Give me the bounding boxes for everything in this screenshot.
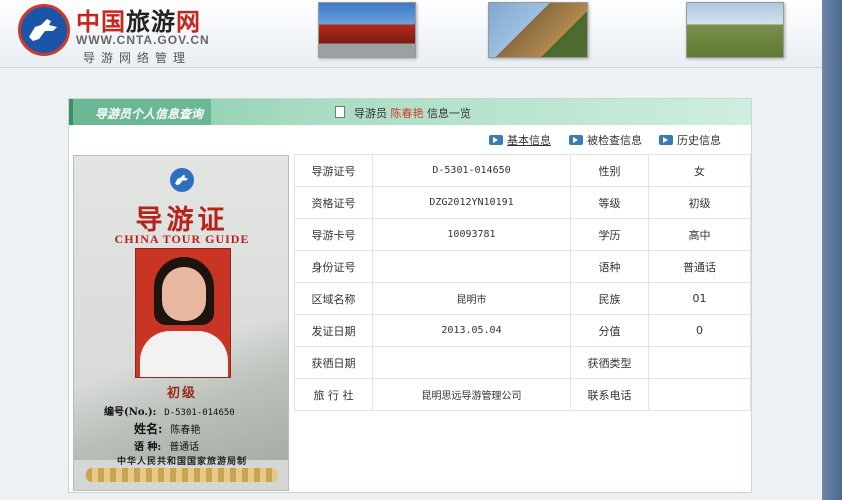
arrow-icon xyxy=(659,135,673,145)
card-decorative-border xyxy=(86,468,278,482)
tab-basic-info[interactable]: 基本信息 xyxy=(489,132,551,148)
card-language-row: 语 种: 普通话 xyxy=(134,442,200,453)
breadcrumb: 导游员 陈春艳 信息一览 xyxy=(354,107,471,120)
field-label: 民族 xyxy=(570,282,649,315)
document-icon xyxy=(335,106,345,118)
site-subtitle: 导游网络管理 xyxy=(83,51,192,65)
guide-info-panel: 导游员个人信息查询 导游员 陈春艳 信息一览 基本信息 被检查信息 历史信息 导… xyxy=(68,98,752,493)
table-row: 资格证号 DZG2012YN10191 等级 初级 xyxy=(294,186,751,219)
site-title[interactable]: 中国旅游网 xyxy=(76,2,201,37)
table-row: 身份证号 语种 普通话 xyxy=(294,250,751,283)
field-value: 普通话 xyxy=(648,250,751,283)
field-value: 0 xyxy=(648,314,751,347)
field-label: 资格证号 xyxy=(294,186,373,219)
arrow-icon xyxy=(569,135,583,145)
card-level: 初级 xyxy=(166,386,197,401)
field-label: 获徆类型 xyxy=(570,346,649,379)
field-label: 联系电话 xyxy=(570,378,649,411)
tab-history-info[interactable]: 历史信息 xyxy=(659,132,721,148)
table-row: 导游卡号 10093781 学历 高中 xyxy=(294,218,751,251)
field-value: 初级 xyxy=(648,186,751,219)
cnta-logo-icon[interactable] xyxy=(18,4,70,56)
tab-inspection-info[interactable]: 被检查信息 xyxy=(569,132,642,148)
forbidden-city-photo xyxy=(318,2,416,58)
arrow-icon xyxy=(489,135,503,145)
great-wall-photo xyxy=(488,2,588,58)
field-value: D-5301-014650 xyxy=(372,154,571,187)
table-row: 发证日期 2013.05.04 分值 0 xyxy=(294,314,751,347)
card-title-en: CHINA TOUR GUIDE xyxy=(114,232,250,246)
guide-info-table: 导游证号 D-5301-014650 性别女资格证号 DZG2012YN10191 等级… xyxy=(294,154,751,411)
table-row: 旅 行 社昆明思远导游管理公司 联系电话 xyxy=(294,378,751,411)
table-row: 导游证号 D-5301-014650 性别女 xyxy=(294,154,751,187)
field-value: 01 xyxy=(648,282,751,315)
field-value: 10093781 xyxy=(372,218,571,251)
panel-header: 导游员个人信息查询 导游员 陈春艳 信息一览 xyxy=(69,99,751,125)
field-value: 昆明思远导游管理公司 xyxy=(372,378,571,411)
field-label: 性别 xyxy=(570,154,649,187)
field-label: 导游证号 xyxy=(294,154,373,187)
field-label: 区域名称 xyxy=(294,282,373,315)
grassland-photo xyxy=(686,2,784,58)
field-value: DZG2012YN10191 xyxy=(372,186,571,219)
right-scroll-bar xyxy=(822,0,842,500)
card-number-row: 编号(No.): D-5301-014650 xyxy=(104,407,235,418)
field-value: 高中 xyxy=(648,218,751,251)
table-row: 区域名称 昆明市 民族 01 xyxy=(294,282,751,315)
field-value xyxy=(372,250,571,283)
field-value xyxy=(648,378,751,411)
guide-photo xyxy=(135,248,231,378)
field-value: 女 xyxy=(648,154,751,187)
field-label: 语种 xyxy=(570,250,649,283)
card-emblem-icon xyxy=(170,168,194,192)
field-label: 身份证号 xyxy=(294,250,373,283)
site-url: WWW.CNTA.GOV.CN xyxy=(76,33,210,47)
card-issuer: 中华人民共和国国家旅游局制 xyxy=(116,457,247,467)
site-header: 中国旅游网 WWW.CNTA.GOV.CN 导游网络管理 xyxy=(0,0,842,68)
guide-name-highlight: 陈春艳 xyxy=(390,107,424,120)
field-value: 昆明市 xyxy=(372,282,571,315)
tour-guide-card: 导游证 CHINA TOUR GUIDE 初级 编号(No.): D-5301-0… xyxy=(73,155,289,491)
field-label: 获徆日期 xyxy=(294,346,373,379)
field-label: 等级 xyxy=(570,186,649,219)
field-label: 发证日期 xyxy=(294,314,373,347)
card-name-row: 姓名: 陈春艳 xyxy=(134,422,201,436)
panel-header-tab: 导游员个人信息查询 xyxy=(69,99,211,125)
field-label: 分值 xyxy=(570,314,649,347)
panel-title: 导游员个人信息查询 xyxy=(95,107,204,121)
field-label: 导游卡号 xyxy=(294,218,373,251)
field-value xyxy=(648,346,751,379)
field-value: 2013.05.04 xyxy=(372,314,571,347)
field-label: 学历 xyxy=(570,218,649,251)
table-row: 获徆日期 获徆类型 xyxy=(294,346,751,379)
field-value xyxy=(372,346,571,379)
field-label: 旅 行 社 xyxy=(294,378,373,411)
